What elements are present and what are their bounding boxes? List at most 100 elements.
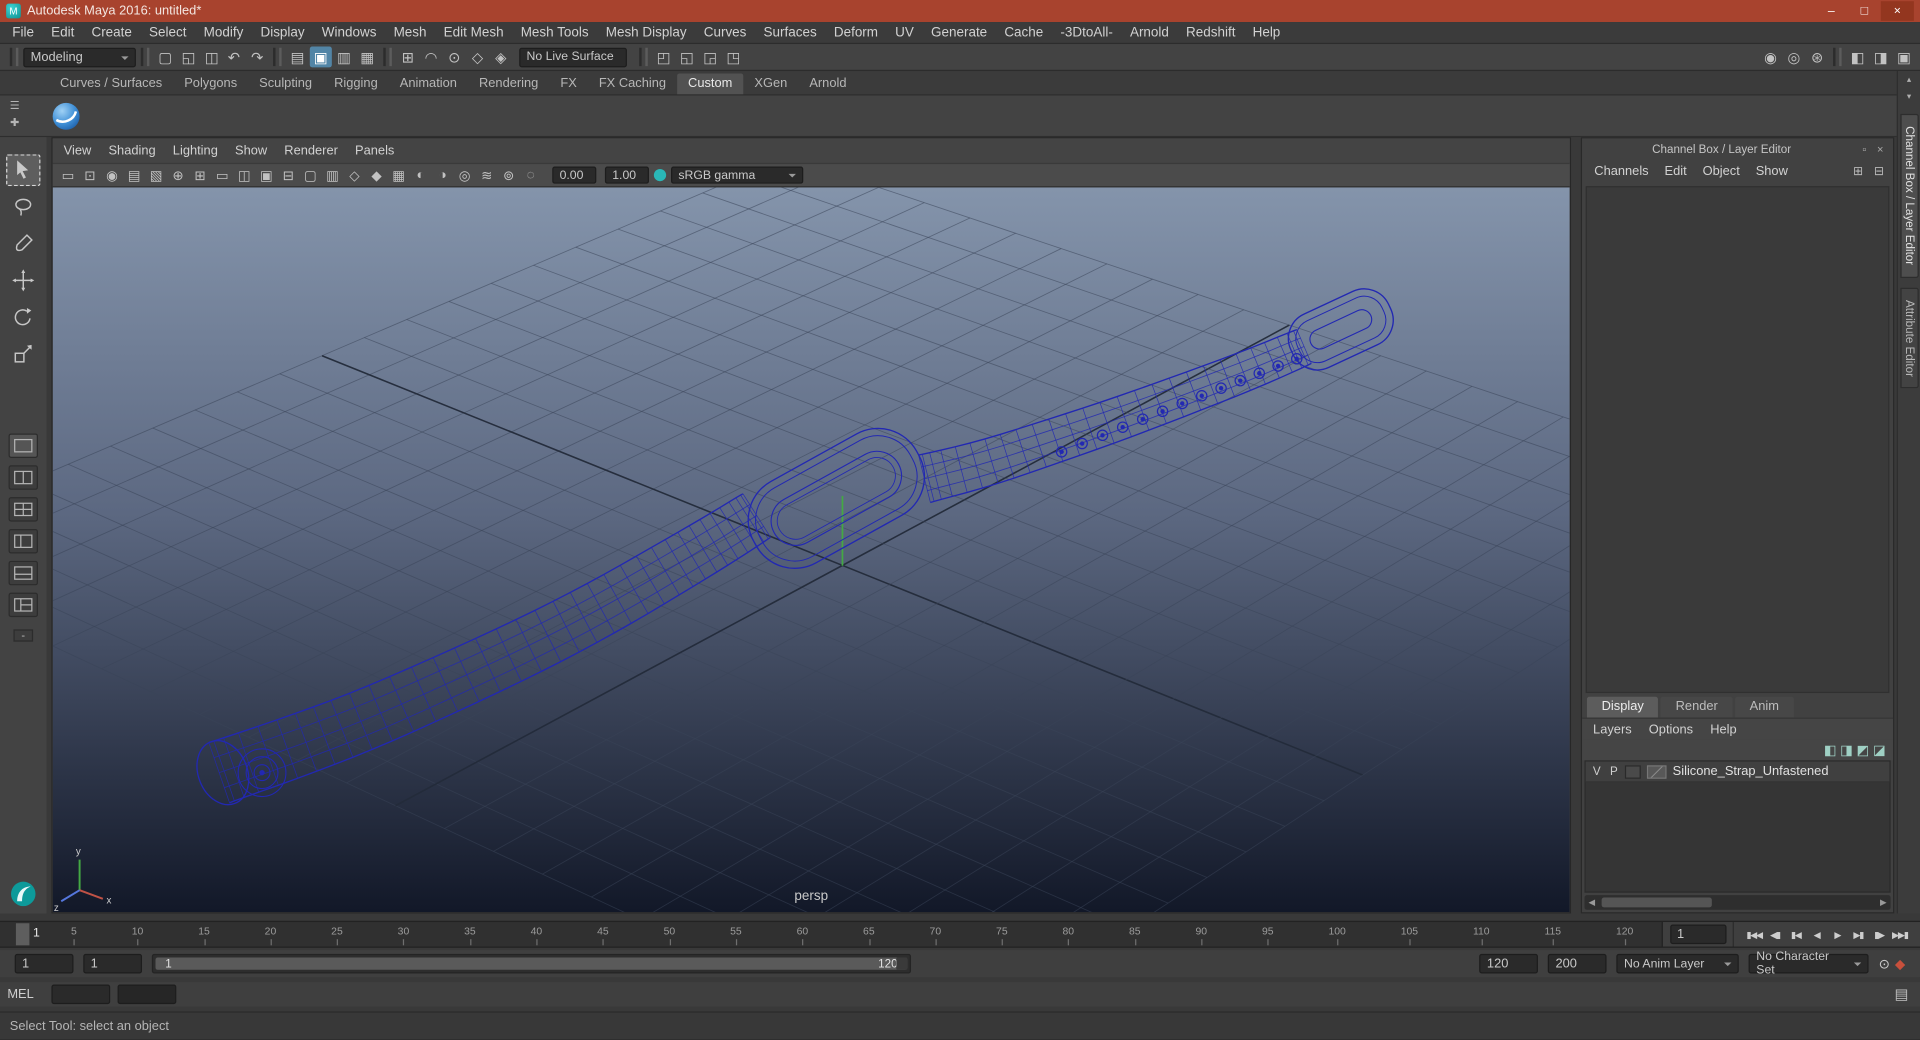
poly-count-icon[interactable]: ◱ <box>676 47 698 68</box>
custom-shelf-button[interactable] <box>49 99 83 133</box>
film-gate-icon[interactable]: ▭ <box>212 165 233 185</box>
scrollbar-thumb[interactable] <box>1601 897 1712 908</box>
select-camera-icon[interactable]: ▭ <box>58 165 79 185</box>
shelf-tab-fx[interactable]: FX <box>549 73 587 94</box>
live-surface-field[interactable]: No Live Surface <box>519 47 627 67</box>
toggle-tool-settings-icon[interactable]: ◨ <box>1870 47 1892 68</box>
bookmarks-icon[interactable]: ▤ <box>124 165 145 185</box>
channel-menu-edit[interactable]: Edit <box>1657 164 1694 179</box>
make-live-icon[interactable]: ◈ <box>490 47 512 68</box>
menu-uv[interactable]: UV <box>887 22 923 43</box>
screen-space-ao-icon[interactable]: ◎ <box>454 165 475 185</box>
layer-playback-toggle[interactable]: P <box>1605 765 1622 778</box>
layer-color-swatch[interactable] <box>1646 764 1667 779</box>
range-slider-track[interactable]: 1 120 <box>151 953 912 974</box>
layer-menu-layers[interactable]: Layers <box>1584 722 1640 737</box>
layer-tab-anim[interactable]: Anim <box>1734 696 1794 718</box>
viewport-canvas[interactable]: yxz persp <box>52 187 1570 913</box>
snap-to-planes-icon[interactable]: ◇ <box>467 47 489 68</box>
save-scene-icon[interactable]: ◫ <box>201 47 223 68</box>
viewport-menu-show[interactable]: Show <box>226 138 275 162</box>
hypershade-layout-button[interactable] <box>8 592 38 618</box>
move-layer-up-icon[interactable]: ◧ <box>1824 742 1837 758</box>
create-empty-layer-icon[interactable]: ◩ <box>1857 742 1870 758</box>
menu-display[interactable]: Display <box>252 22 313 43</box>
layer-type-box[interactable] <box>1624 764 1641 779</box>
select-hierarchy-icon[interactable]: ▤ <box>287 47 309 68</box>
toggle-channel-box-icon[interactable]: ▣ <box>1893 47 1915 68</box>
time-tick-65[interactable]: 65 <box>863 924 875 946</box>
script-editor-icon[interactable]: ▤ <box>1891 984 1913 1005</box>
smooth-shade-icon[interactable]: ◆ <box>366 165 387 185</box>
current-frame-field[interactable] <box>1669 924 1726 945</box>
time-tick-95[interactable]: 95 <box>1262 924 1274 946</box>
menu-generate[interactable]: Generate <box>922 22 995 43</box>
select-component-icon[interactable]: ▥ <box>333 47 355 68</box>
textured-mode-icon[interactable]: ▦ <box>388 165 409 185</box>
snap-to-curves-icon[interactable]: ◠ <box>420 47 442 68</box>
grip-handle[interactable] <box>9 47 19 67</box>
time-tick-50[interactable]: 50 <box>664 924 675 946</box>
float-panel-icon[interactable]: ▫ <box>1856 143 1872 155</box>
scroll-left-icon[interactable]: ◀ <box>1584 898 1599 908</box>
undo-icon[interactable]: ↶ <box>223 47 245 68</box>
layer-visibility-toggle[interactable]: V <box>1588 765 1605 778</box>
menu-surfaces[interactable]: Surfaces <box>755 22 825 43</box>
time-tick-115[interactable]: 115 <box>1544 924 1561 946</box>
ipr-render-icon[interactable]: ◎ <box>1783 47 1805 68</box>
time-tick-25[interactable]: 25 <box>331 924 343 946</box>
sidebar-tab-channel-box-layer-editor[interactable]: Channel Box / Layer Editor <box>1899 113 1919 278</box>
redo-icon[interactable]: ↷ <box>246 47 268 68</box>
four-pane-layout-button[interactable] <box>8 497 38 522</box>
safe-action-icon[interactable]: ▢ <box>300 165 321 185</box>
step-back-frame-button[interactable]: ◀▮ <box>1764 924 1785 945</box>
time-tick-10[interactable]: 10 <box>132 924 143 946</box>
time-tick-55[interactable]: 55 <box>730 924 742 946</box>
menu-cache[interactable]: Cache <box>996 22 1052 43</box>
range-bar[interactable]: 1 120 <box>155 957 908 970</box>
menu-arnold[interactable]: Arnold <box>1121 22 1177 43</box>
time-tick-120[interactable]: 120 <box>1616 924 1633 946</box>
time-tick-5[interactable]: 5 <box>71 924 77 946</box>
channel-speed-icon[interactable]: ⊟ <box>1870 165 1888 178</box>
menu-windows[interactable]: Windows <box>313 22 385 43</box>
open-render-view-icon[interactable]: ◉ <box>1760 47 1782 68</box>
go-to-start-button[interactable]: ▮◀◀ <box>1744 924 1765 945</box>
menu-deform[interactable]: Deform <box>825 22 886 43</box>
menu-mesh-display[interactable]: Mesh Display <box>597 22 695 43</box>
symmetry-icon[interactable]: ◳ <box>722 47 744 68</box>
new-scene-icon[interactable]: ▢ <box>154 47 176 68</box>
step-forward-frame-button[interactable]: ▮▶ <box>1869 924 1890 945</box>
time-tick-90[interactable]: 90 <box>1195 924 1207 946</box>
shelf-tab-curves-surfaces[interactable]: Curves / Surfaces <box>49 73 173 94</box>
menu-3dtoall[interactable]: -3DtoAll- <box>1052 22 1122 43</box>
maximize-button[interactable]: □ <box>1848 1 1881 21</box>
menu-create[interactable]: Create <box>83 22 141 43</box>
character-set-selector[interactable]: No Character Set <box>1748 950 1869 977</box>
multisample-aa-icon[interactable]: ⊚ <box>498 165 519 185</box>
command-language-switch[interactable]: MEL <box>7 987 44 1002</box>
manipulator-settings-icon[interactable]: ⊞ <box>1849 165 1867 178</box>
shelf-tab-xgen[interactable]: XGen <box>743 73 798 94</box>
toolbox-collapse-button[interactable]: - <box>13 629 34 642</box>
grip-handle[interactable] <box>273 47 282 67</box>
gate-mask-icon[interactable]: ▣ <box>256 165 277 185</box>
shelf-tab-animation[interactable]: Animation <box>389 73 468 94</box>
time-tick-60[interactable]: 60 <box>797 924 808 946</box>
field-chart-icon[interactable]: ⊟ <box>278 165 299 185</box>
paint-select-tool[interactable] <box>6 228 40 260</box>
use-all-lights-icon[interactable]: ◐ <box>410 165 431 185</box>
time-tick-75[interactable]: 75 <box>996 924 1008 946</box>
frame-rate-icon[interactable]: ◲ <box>699 47 721 68</box>
grip-handle[interactable] <box>639 47 648 67</box>
viewport-menu-lighting[interactable]: Lighting <box>164 138 226 162</box>
menu-curves[interactable]: Curves <box>695 22 755 43</box>
lasso-tool[interactable] <box>6 191 40 223</box>
grip-handle[interactable] <box>140 47 150 67</box>
close-button[interactable]: × <box>1880 1 1914 21</box>
layer-row[interactable]: V P Silicone_Strap_Unfastened <box>1585 761 1890 783</box>
play-backwards-button[interactable]: ◀ <box>1806 924 1827 945</box>
menu-mesh[interactable]: Mesh <box>385 22 435 43</box>
wireframe-mode-icon[interactable]: ◇ <box>344 165 365 185</box>
play-forwards-button[interactable]: ▶ <box>1827 924 1848 945</box>
